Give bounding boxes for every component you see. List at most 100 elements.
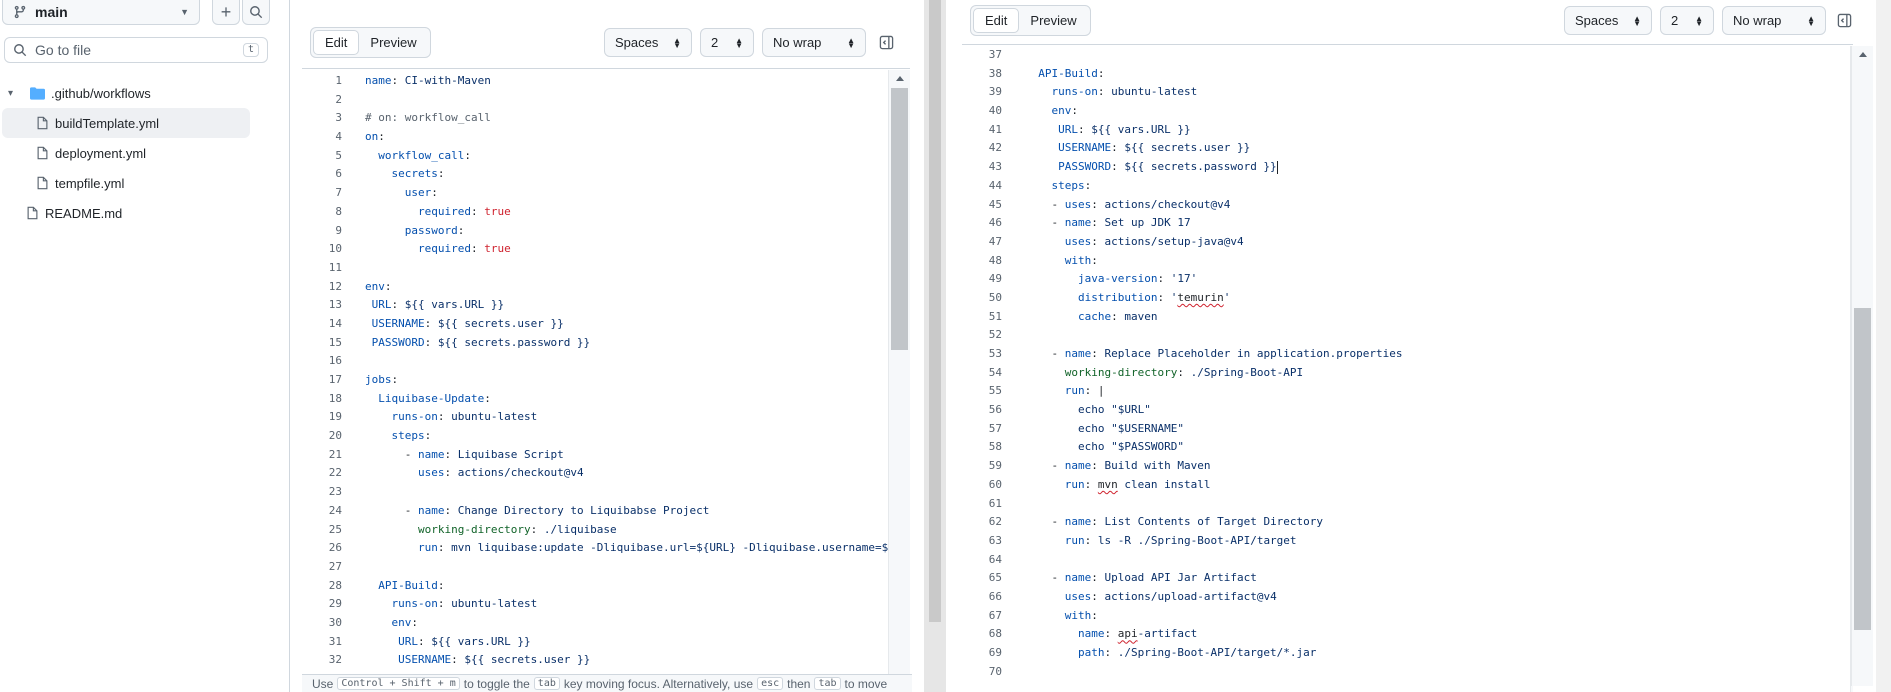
line-text: - name: Replace Placeholder in applicati… <box>1002 345 1402 364</box>
code-line: 42 USERNAME: ${{ secrets.user }} <box>972 139 1802 158</box>
code-token: java-version <box>1077 272 1158 286</box>
code-editor-left[interactable]: 1 name: CI-with-Maven 2 3 # on: workflow_cal… <box>312 72 890 674</box>
tab-edit[interactable]: Edit <box>313 30 360 55</box>
code-line: 70 <box>972 663 1802 682</box>
toggle-sidebar-button[interactable] <box>1830 6 1858 34</box>
code-token: steps <box>1051 178 1085 192</box>
code-token: ${{ secrets.password }} <box>1124 160 1277 174</box>
line-text: working-directory: ./liquibase <box>342 521 617 540</box>
line-text: - name: Set up JDK 17 <box>1002 214 1191 233</box>
wrap-mode-select[interactable]: No wrap ▲ ▼ <box>762 28 866 57</box>
code-token: ./Spring-Boot-API/target/*.jar <box>1117 646 1317 659</box>
code-line: 11 <box>312 259 890 278</box>
right-editor-scrollbar[interactable] <box>1851 46 1873 686</box>
code-token: actions/checkout@v4 <box>1104 197 1231 211</box>
indent-mode-select[interactable]: Spaces ▲ ▼ <box>1564 6 1652 35</box>
line-text: runs-on: ubuntu-latest <box>342 408 538 427</box>
file-icon <box>36 176 49 190</box>
tree-folder[interactable]: ▾ .github/workflows <box>2 78 258 108</box>
scroll-up-icon <box>1858 52 1867 57</box>
tab-edit[interactable]: Edit <box>973 8 1020 33</box>
code-token: Liquibase Script <box>457 447 564 461</box>
code-token: uses <box>1064 234 1092 248</box>
code-token: : <box>418 634 432 648</box>
tree-file[interactable]: README.md <box>2 198 258 228</box>
wrap-mode-select[interactable]: No wrap ▲ ▼ <box>1722 6 1826 35</box>
indent-size-select[interactable]: 2 ▲ ▼ <box>700 28 754 57</box>
left-editor-pane: Edit Preview Spaces ▲ ▼ 2 ▲ ▼ No wrap ▲ ▼ 1… <box>302 0 912 692</box>
tree-file[interactable]: deployment.yml <box>2 138 258 168</box>
line-text: jobs: <box>342 371 398 390</box>
window-scrollbar[interactable] <box>1876 0 1891 692</box>
tree-file[interactable]: buildTemplate.yml <box>2 108 250 138</box>
line-text: steps: <box>342 427 432 446</box>
scroll-up-icon <box>895 76 904 81</box>
toggle-sidebar-button[interactable] <box>872 28 900 56</box>
search-icon <box>14 44 27 57</box>
go-to-file-box[interactable]: t <box>4 37 268 63</box>
scrollbar-thumb[interactable] <box>1854 308 1871 630</box>
code-token: : <box>1091 459 1105 473</box>
line-text: run: | <box>1002 382 1105 401</box>
branch-name: main <box>35 4 68 20</box>
code-token: with <box>1064 253 1092 267</box>
code-token: ${{ vars.URL }} <box>404 298 505 312</box>
branch-selector[interactable]: main ▼ <box>2 0 200 25</box>
left-editor-scrollbar[interactable] <box>888 70 910 674</box>
select-arrows-icon: ▲ ▼ <box>735 35 743 50</box>
code-token: ${{ secrets.user }} <box>1124 141 1251 155</box>
indent-mode-select[interactable]: Spaces ▲ ▼ <box>604 28 692 57</box>
help-key: tab <box>533 677 560 690</box>
wrap-mode-value: No wrap <box>1733 13 1782 28</box>
code-token: : <box>1084 533 1098 547</box>
code-token: : <box>437 597 452 611</box>
code-token: name <box>1064 459 1092 473</box>
line-text: steps: <box>1002 177 1092 196</box>
code-token: : <box>424 316 438 330</box>
code-token: : <box>444 503 458 517</box>
code-line: 9 password: <box>312 222 890 241</box>
line-text: - uses: actions/checkout@v4 <box>1002 196 1230 215</box>
scrollbar-thumb[interactable] <box>891 88 908 350</box>
split-divider-handle[interactable] <box>929 0 941 622</box>
go-to-file-input[interactable] <box>35 42 243 58</box>
tree-file[interactable]: tempfile.yml <box>2 168 258 198</box>
code-token: ${{ secrets.password }} <box>437 335 591 349</box>
code-editor-right[interactable]: 37 38 API-Build: 39 runs-on: ubuntu-latest… <box>972 46 1802 692</box>
add-file-button[interactable]: + <box>212 0 240 25</box>
code-token: : <box>1104 627 1118 641</box>
split-divider[interactable] <box>924 0 946 692</box>
code-token: user <box>404 186 432 200</box>
code-token: : <box>470 242 485 256</box>
code-line: 61 <box>972 495 1802 514</box>
code-token: ubuntu-latest <box>451 410 538 424</box>
tab-preview[interactable]: Preview <box>1019 8 1087 33</box>
code-line: 52 <box>972 326 1802 345</box>
code-line: 21 - name: Liquibase Script <box>312 446 890 465</box>
file-icon <box>36 146 49 160</box>
code-token: : <box>437 410 452 424</box>
code-token: - <box>1025 347 1065 360</box>
code-line: 22 uses: actions/checkout@v4 <box>312 464 890 483</box>
tab-preview[interactable]: Preview <box>359 30 427 55</box>
code-line: 18 Liquibase-Update: <box>312 390 890 409</box>
editor-toolbar-divider <box>302 68 910 69</box>
shortcut-hint: t <box>242 43 259 57</box>
code-token: Set up JDK 17 <box>1104 216 1191 230</box>
search-button[interactable] <box>242 0 270 25</box>
line-text: PASSWORD: ${{ secrets.password }} <box>1002 158 1278 177</box>
line-number: 69 <box>988 646 1002 659</box>
code-line: 39 runs-on: ubuntu-latest <box>972 83 1802 102</box>
indent-size-select[interactable]: 2 ▲ ▼ <box>1660 6 1714 35</box>
tree-item-label: tempfile.yml <box>55 175 125 191</box>
editor-toolbar-divider <box>962 44 1853 45</box>
